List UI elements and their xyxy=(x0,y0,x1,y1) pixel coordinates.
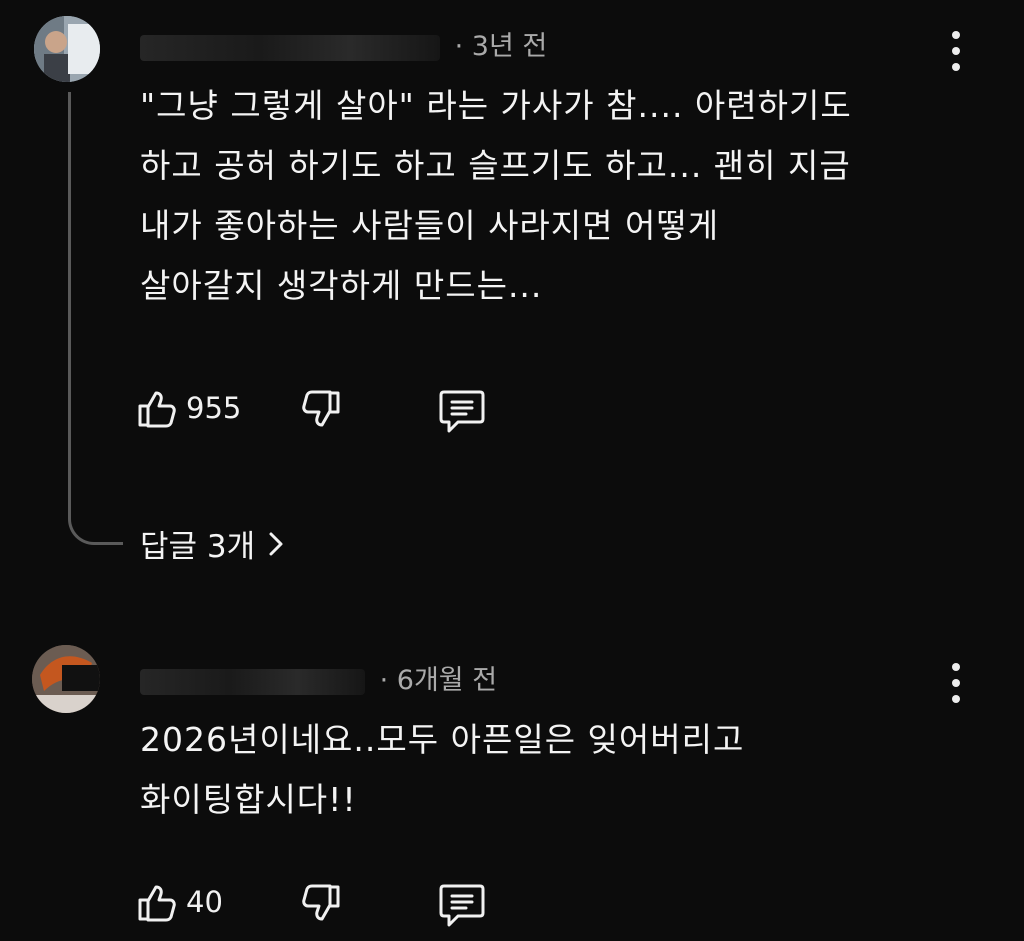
dislike-button[interactable] xyxy=(298,388,342,432)
more-vert-icon xyxy=(952,663,960,671)
replies-label: 답글 3개 xyxy=(140,529,256,565)
thumbs-down-icon xyxy=(298,882,342,926)
thumbs-up-icon xyxy=(136,880,180,924)
avatar-photo-icon xyxy=(32,645,100,713)
dislike-button[interactable] xyxy=(298,882,342,926)
chevron-right-icon xyxy=(265,529,287,559)
comment-meta: · 3년 전 xyxy=(140,24,547,63)
comment-icon xyxy=(438,388,486,434)
comment-timestamp: 6개월 전 xyxy=(396,665,498,696)
comment-text: "그냥 그렇게 살아" 라는 가사가 참.... 아련하기도 하고 공허 하기도… xyxy=(140,76,852,316)
thumbs-down-icon xyxy=(298,388,342,432)
more-vert-icon xyxy=(952,31,960,39)
comment-line: 화이팅합시다!! xyxy=(140,780,357,819)
reply-button[interactable] xyxy=(438,388,486,434)
view-replies-button[interactable]: 답글 3개 xyxy=(140,521,287,566)
comment-timestamp: 3년 전 xyxy=(471,31,548,62)
comment-icon xyxy=(438,882,486,928)
like-button[interactable]: 40 xyxy=(136,880,223,924)
like-count: 40 xyxy=(186,885,223,919)
redacted-username xyxy=(140,34,440,61)
thread-connector xyxy=(68,92,123,545)
comment-line: 살아갈지 생각하게 만드는... xyxy=(140,266,543,305)
comment-menu-button[interactable] xyxy=(946,663,966,703)
thumbs-up-icon xyxy=(136,386,180,430)
comment-text: 2026년이네요..모두 아픈일은 잊어버리고 화이팅합시다!! xyxy=(140,710,744,830)
redacted-username xyxy=(140,668,365,695)
like-count: 955 xyxy=(186,391,242,425)
reply-button[interactable] xyxy=(438,882,486,928)
avatar[interactable] xyxy=(34,16,100,82)
comment-line: 내가 좋아하는 사람들이 사라지면 어떻게 xyxy=(140,206,720,245)
comment-line: 2026년이네요..모두 아픈일은 잊어버리고 xyxy=(140,720,745,759)
like-button[interactable]: 955 xyxy=(136,386,241,430)
comment-line: 하고 공허 하기도 하고 슬프기도 하고... 괜히 지금 xyxy=(140,146,851,185)
comment-menu-button[interactable] xyxy=(946,31,966,71)
comment-line: "그냥 그렇게 살아" 라는 가사가 참.... 아련하기도 xyxy=(140,86,852,125)
comment-meta: · 6개월 전 xyxy=(140,658,497,697)
avatar-photo-icon xyxy=(34,16,100,82)
avatar[interactable] xyxy=(32,645,100,713)
